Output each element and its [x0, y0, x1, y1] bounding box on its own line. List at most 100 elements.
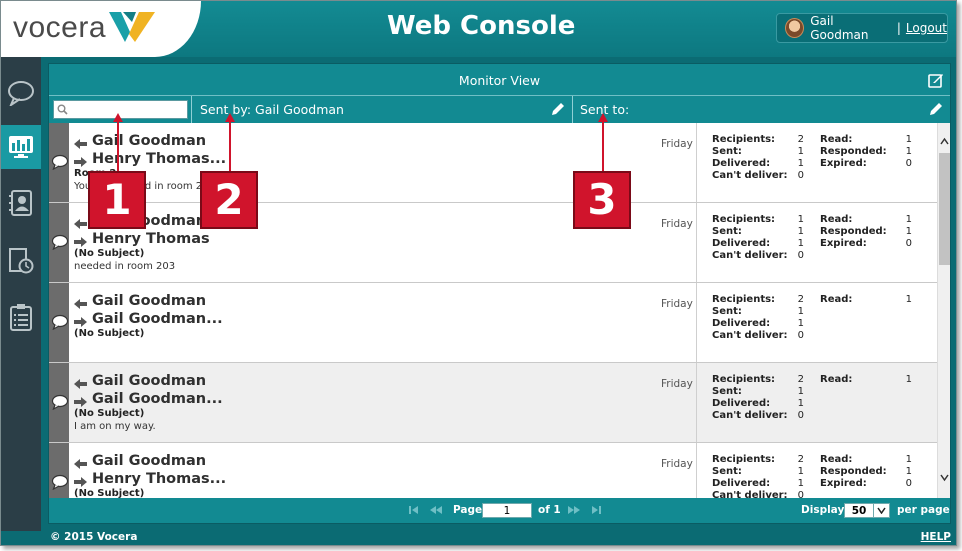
page-number-input[interactable]	[482, 503, 532, 518]
sidebar-item-messages[interactable]	[1, 71, 41, 115]
message-subject: (No Subject)	[74, 488, 145, 498]
callout-arrow-line	[229, 120, 231, 172]
stat-value-sent: 1	[797, 226, 804, 237]
clipboard-icon	[10, 304, 32, 331]
message-recipient: Henry Thomas	[92, 231, 210, 247]
app-footer: © 2015 Vocera HELP	[42, 529, 956, 545]
stat-label-sent: Sent:	[712, 306, 742, 317]
message-row[interactable]: Gail Goodman Henry Thomas... (No Subject) F…	[49, 443, 937, 498]
separator: |	[896, 21, 901, 35]
edit-view-icon[interactable]	[928, 72, 944, 88]
stat-label-expired: Expired:	[820, 238, 867, 249]
message-day: Friday	[661, 378, 693, 390]
stat-value-recipients: 2	[797, 374, 804, 385]
stat-value-responded: 1	[905, 466, 912, 477]
message-row[interactable]: Gail Goodman Gail Goodman... (No Subject) I…	[49, 363, 937, 443]
message-row[interactable]: Gail Goodman Gail Goodman... (No Subject) F…	[49, 283, 937, 363]
stat-label-cant-deliver: Can't deliver:	[712, 410, 788, 421]
per-page-label: per page	[897, 504, 950, 516]
stat-label-recipients: Recipients:	[712, 374, 776, 385]
app-header: vocera Web Console Gail Goodman | Logout	[1, 1, 956, 57]
stat-label-sent: Sent:	[712, 226, 742, 237]
message-snippet: I am on my way.	[74, 421, 156, 432]
filter-bar: Sent by: Gail Goodman Sent to:	[49, 96, 950, 123]
help-link[interactable]: HELP	[921, 531, 951, 543]
arrow-right-icon	[73, 313, 88, 327]
next-page-icon[interactable]	[567, 505, 581, 515]
stat-label-delivered: Delivered:	[712, 478, 771, 489]
callout-arrow-line	[602, 120, 604, 172]
stats-divider	[696, 283, 697, 362]
arrow-left-icon	[73, 295, 88, 309]
stat-label-delivered: Delivered:	[712, 398, 771, 409]
chat-bubble-icon	[51, 474, 69, 491]
sidebar-item-tasks[interactable]	[1, 295, 41, 339]
sidebar-item-monitor[interactable]	[1, 125, 41, 169]
stat-value-recipients: 2	[797, 454, 804, 465]
stat-value-sent: 1	[797, 306, 804, 317]
callout-arrow-line	[117, 120, 119, 172]
arrow-right-icon	[73, 393, 88, 407]
stat-label-read: Read:	[820, 214, 853, 225]
message-summary: Gail Goodman Gail Goodman... (No Subject)	[73, 292, 673, 353]
stat-value-cant-deliver: 0	[797, 330, 804, 341]
stat-value-cant-deliver: 0	[797, 490, 804, 498]
stat-label-recipients: Recipients:	[712, 294, 776, 305]
stat-value-sent: 1	[797, 466, 804, 477]
user-menu: Gail Goodman | Logout	[776, 13, 948, 43]
message-subject: (No Subject)	[74, 328, 145, 339]
message-snippet	[74, 340, 673, 353]
edit-sent-to-pencil-icon[interactable]	[929, 102, 943, 116]
stats-divider	[696, 443, 697, 498]
first-page-icon[interactable]	[407, 505, 421, 515]
stat-value-read: 1	[905, 374, 912, 385]
stat-label-recipients: Recipients:	[712, 454, 776, 465]
message-row[interactable]: Gail GoodmanHenry Thomas...Room 2You are…	[49, 123, 937, 203]
last-page-icon[interactable]	[589, 505, 603, 515]
scroll-up-icon[interactable]	[940, 137, 949, 146]
message-list: Gail GoodmanHenry Thomas...Room 2You are…	[49, 123, 937, 498]
stats-divider	[696, 363, 697, 442]
stat-label-responded: Responded:	[820, 226, 887, 237]
sent-by-filter[interactable]: Sent by: Gail Goodman	[200, 102, 344, 117]
message-subject: (No Subject)	[74, 408, 145, 419]
stat-label-delivered: Delivered:	[712, 158, 771, 169]
message-row[interactable]: Gail Goodman Henry Thomas (No Subject) need…	[49, 203, 937, 283]
sidebar-item-history[interactable]	[1, 239, 41, 283]
edit-sent-by-pencil-icon[interactable]	[551, 102, 565, 116]
message-snippet: needed in room 203	[74, 261, 176, 272]
stat-label-expired: Expired:	[820, 478, 867, 489]
logout-link[interactable]: Logout	[906, 21, 947, 35]
stat-label-responded: Responded:	[820, 466, 887, 477]
stat-label-expired: Expired:	[820, 158, 867, 169]
stats-divider	[696, 203, 697, 282]
arrow-left-icon	[73, 455, 88, 469]
history-icon	[9, 248, 34, 274]
monitor-panel: Monitor View Sent by: Gail Goodman Sent …	[48, 63, 951, 524]
message-day: Friday	[661, 218, 693, 230]
vocera-v-logo-icon	[109, 12, 155, 42]
callout-label: 1	[88, 171, 146, 229]
arrow-left-icon	[73, 375, 88, 389]
chevron-down-icon[interactable]	[873, 504, 889, 517]
stat-value-read: 1	[905, 214, 912, 225]
monitor-icon	[9, 136, 33, 158]
per-page-select[interactable]: 50	[844, 503, 890, 518]
message-recipient: Gail Goodman...	[92, 311, 223, 327]
message-sender: Gail Goodman	[92, 373, 207, 389]
avatar	[785, 18, 805, 38]
stat-value-delivered: 1	[797, 398, 804, 409]
vertical-scrollbar[interactable]	[937, 123, 950, 498]
previous-page-icon[interactable]	[429, 505, 443, 515]
message-summary: Gail Goodman Henry Thomas... (No Subject)	[73, 452, 673, 498]
stat-value-recipients: 2	[797, 294, 804, 305]
arrow-right-icon	[73, 473, 88, 487]
search-input[interactable]	[70, 102, 184, 117]
scrollbar-thumb[interactable]	[939, 153, 950, 265]
message-day: Friday	[661, 298, 693, 310]
message-day: Friday	[661, 138, 693, 150]
per-page-value: 50	[851, 504, 867, 517]
stat-value-read: 1	[905, 454, 912, 465]
sidebar-item-contacts[interactable]	[1, 181, 41, 225]
scroll-down-icon[interactable]	[940, 473, 949, 482]
